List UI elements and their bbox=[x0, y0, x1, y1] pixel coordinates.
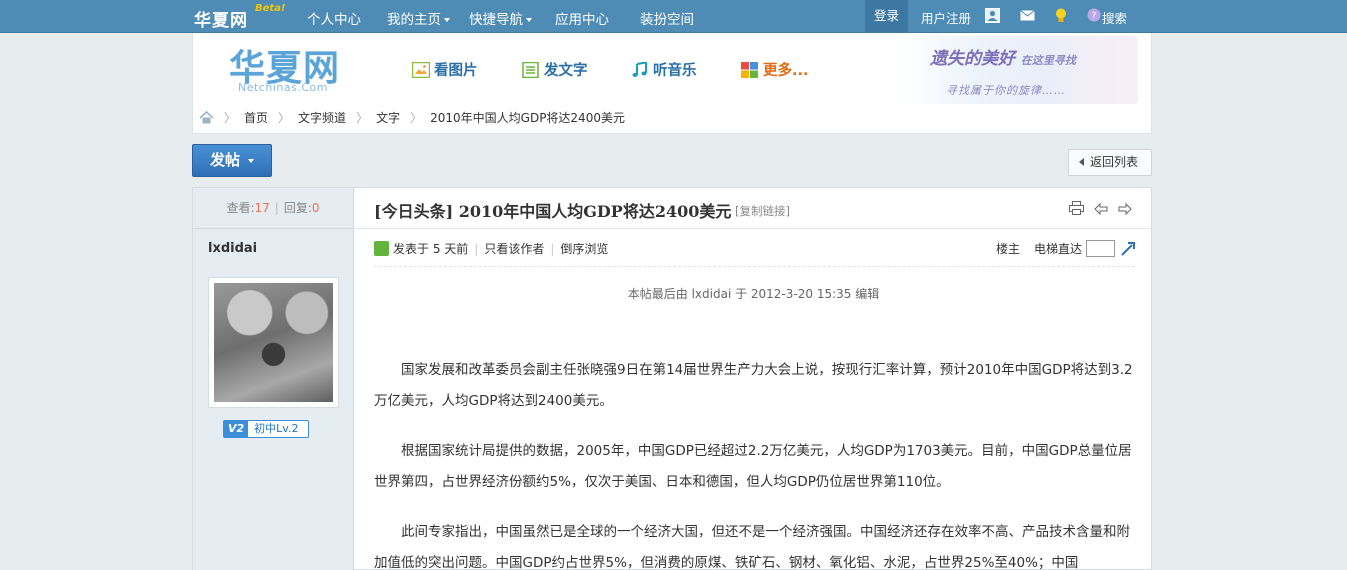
nav-decorate-space[interactable]: 装扮空间 bbox=[640, 8, 694, 28]
svg-text:?: ? bbox=[1092, 12, 1097, 22]
title-tools bbox=[1063, 201, 1132, 218]
login-button[interactable]: 登录 bbox=[865, 0, 908, 33]
chevron-down-icon bbox=[248, 158, 254, 163]
breadcrumb-separator: 〉 bbox=[410, 111, 423, 125]
elevator-label: 电梯直达 bbox=[1033, 242, 1082, 256]
site-header: 华夏网 Netchinas.Com 看图片 发文字 听音乐 更多... 遗失的美… bbox=[192, 33, 1152, 134]
back-to-list-button[interactable]: 返回列表 bbox=[1068, 149, 1152, 176]
user-profile-icon[interactable] bbox=[985, 8, 1000, 26]
meta-divider-line bbox=[374, 266, 1135, 267]
breadcrumb-current: 2010年中国人均GDP将达2400美元 bbox=[430, 111, 625, 125]
online-user-icon bbox=[374, 241, 389, 256]
search-icon[interactable]: ? bbox=[1087, 8, 1101, 25]
avatar[interactable] bbox=[208, 277, 339, 408]
thread-stats: 查看:17 | 回复:0 bbox=[193, 188, 353, 229]
post-paragraph: 此间专家指出，中国虽然已是全球的一个经济大国，但还不是一个经济强国。中国经济还存… bbox=[374, 524, 1130, 570]
post-content-area: [今日头条] 2010年中国人均GDP将达2400美元 [复制链接] 发表于 5… bbox=[355, 188, 1152, 570]
top-navigation-bar: 华夏网 Beta! 个人中心 我的主页 快捷导航 应用中心 装扮空间 登录 用户… bbox=[0, 0, 1347, 33]
register-link[interactable]: 用户注册 bbox=[921, 8, 971, 27]
nav-my-homepage[interactable]: 我的主页 bbox=[387, 8, 450, 28]
nav-quick-navigation[interactable]: 快捷导航 bbox=[469, 8, 532, 28]
meta-divider: | bbox=[474, 242, 479, 256]
post-meta: 发表于 5 天前 | 只看该作者 | 倒序浏览 bbox=[374, 240, 608, 257]
banner-slogan: 遗失的美好 在这里寻找 bbox=[930, 44, 1076, 69]
avatar-image bbox=[214, 283, 333, 402]
post-paragraph: 根据国家统计局提供的数据，2005年，中国GDP已经超过2.2万亿美元，人均GD… bbox=[374, 443, 1132, 490]
breadcrumb-channel[interactable]: 文字频道 bbox=[298, 111, 346, 125]
posted-time: 发表于 5 天前 bbox=[393, 242, 469, 256]
banner-slogan-small: 在这里寻找 bbox=[1020, 54, 1076, 67]
print-icon[interactable] bbox=[1069, 201, 1085, 218]
nav-label: 快捷导航 bbox=[469, 12, 523, 28]
author-sidebar: 查看:17 | 回复:0 lxdidai V2 初中Lv.2 bbox=[193, 188, 354, 570]
replies-label: 回复: bbox=[283, 201, 312, 215]
user-level-badge[interactable]: V2 初中Lv.2 bbox=[223, 420, 310, 438]
user-level-label: 初中Lv.2 bbox=[254, 422, 299, 435]
quick-link-label: 听音乐 bbox=[653, 63, 697, 79]
search-link[interactable]: 搜索 bbox=[1102, 8, 1127, 27]
beta-badge: Beta! bbox=[255, 3, 286, 14]
chevron-down-icon bbox=[526, 18, 532, 22]
quick-link-more[interactable]: 更多... bbox=[741, 59, 809, 80]
breadcrumb-home[interactable]: 首页 bbox=[244, 111, 268, 125]
next-thread-icon[interactable] bbox=[1118, 202, 1132, 218]
floor-label: 楼主 bbox=[995, 242, 1020, 256]
views-count: 17 bbox=[254, 201, 270, 215]
banner-slogan-main: 遗失的美好 bbox=[930, 49, 1015, 69]
quick-link-label: 更多... bbox=[763, 63, 809, 79]
nav-label: 我的主页 bbox=[387, 12, 441, 28]
post-title-row: [今日头条] 2010年中国人均GDP将达2400美元 [复制链接] bbox=[355, 188, 1152, 229]
site-logo-small[interactable]: 华夏网 bbox=[194, 6, 248, 31]
author-name[interactable]: lxdidai bbox=[208, 241, 257, 256]
nav-label: 个人中心 bbox=[307, 12, 361, 28]
only-author-link[interactable]: 只看该作者 bbox=[484, 242, 544, 256]
post-paragraph: 国家发展和改革委员会副主任张晓强9日在第14届世界生产力大会上说，按现行汇率计算… bbox=[374, 362, 1133, 409]
nav-app-center[interactable]: 应用中心 bbox=[555, 8, 609, 28]
image-icon bbox=[411, 61, 431, 79]
document-icon bbox=[522, 61, 540, 79]
music-note-icon bbox=[631, 61, 649, 78]
copy-link-button[interactable]: [复制链接] bbox=[735, 203, 790, 219]
new-post-button[interactable]: 发帖 bbox=[192, 144, 272, 177]
chevron-down-icon bbox=[444, 18, 450, 22]
chevron-left-icon bbox=[1079, 158, 1084, 166]
mail-icon[interactable] bbox=[1020, 10, 1035, 24]
edit-note: 本帖最后由 lxdidai 于 2012-3-20 15:35 编辑 bbox=[627, 287, 880, 301]
breadcrumb-separator: 〉 bbox=[356, 111, 369, 125]
previous-thread-icon[interactable] bbox=[1094, 202, 1108, 218]
breadcrumb-forum[interactable]: 文字 bbox=[376, 111, 400, 125]
quick-link-text[interactable]: 发文字 bbox=[522, 59, 588, 80]
quick-link-music[interactable]: 听音乐 bbox=[631, 59, 697, 80]
post-title: [今日头条] 2010年中国人均GDP将达2400美元 bbox=[374, 202, 732, 221]
go-arrow-icon[interactable] bbox=[1121, 242, 1136, 256]
home-icon[interactable] bbox=[199, 110, 214, 125]
views-label: 查看: bbox=[226, 201, 255, 215]
nav-personal-center[interactable]: 个人中心 bbox=[307, 8, 361, 28]
replies-count: 0 bbox=[311, 201, 320, 215]
nav-label: 装扮空间 bbox=[640, 12, 694, 28]
vip-level-icon: V2 bbox=[224, 421, 249, 437]
banner-subslogan: 寻找属于你的旋律…… bbox=[946, 84, 1066, 97]
back-to-list-label: 返回列表 bbox=[1090, 155, 1139, 169]
breadcrumb: 〉首页〉文字频道〉文字〉 2010年中国人均GDP将达2400美元 bbox=[199, 109, 627, 126]
nav-label: 应用中心 bbox=[555, 12, 609, 28]
quick-link-label: 发文字 bbox=[544, 63, 588, 79]
quick-link-pictures[interactable]: 看图片 bbox=[411, 59, 478, 80]
breadcrumb-separator: 〉 bbox=[224, 111, 237, 125]
new-post-label: 发帖 bbox=[209, 151, 240, 169]
site-logo-subtitle: Netchinas.Com bbox=[238, 81, 328, 94]
floor-jump-input[interactable] bbox=[1086, 240, 1115, 257]
stats-divider: | bbox=[274, 201, 279, 215]
grid-colors-icon bbox=[741, 62, 759, 78]
breadcrumb-separator: 〉 bbox=[278, 111, 291, 125]
thread-panel: 查看:17 | 回复:0 lxdidai V2 初中Lv.2 [今日头条] 2010年… bbox=[192, 187, 1152, 570]
reverse-order-link[interactable]: 倒序浏览 bbox=[560, 242, 608, 256]
meta-divider: | bbox=[550, 242, 555, 256]
floor-tools: 楼主 电梯直达 bbox=[996, 240, 1136, 257]
lightbulb-icon[interactable] bbox=[1055, 8, 1067, 26]
header-banner: 遗失的美好 在这里寻找 寻找属于你的旋律…… bbox=[898, 36, 1138, 104]
quick-link-label: 看图片 bbox=[434, 63, 478, 79]
